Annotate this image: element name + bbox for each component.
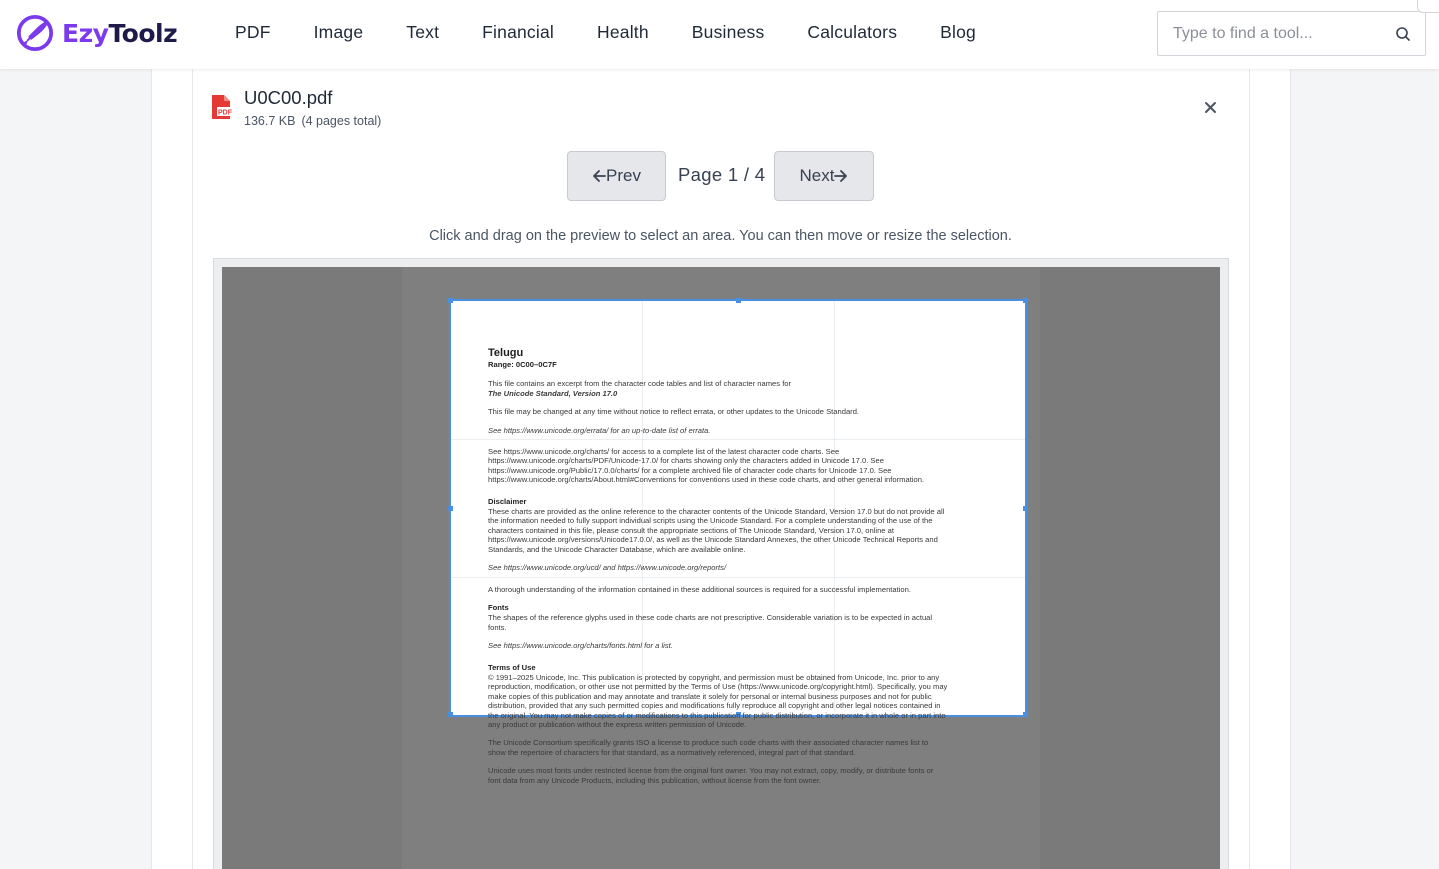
corner-tab[interactable] (1417, 0, 1439, 13)
pdf-consortium: The Unicode Consortium specifically gran… (488, 738, 929, 757)
nav-blog[interactable]: Blog (940, 22, 976, 43)
main-nav: PDF Image Text Financial Health Business… (235, 22, 1019, 43)
pdf-p3: See https://www.unicode.org/errata/ for … (488, 425, 711, 435)
logo-text-toolz: Toolz (108, 18, 178, 48)
pdf-p7: See https://www.unicode.org/charts/fonts… (488, 641, 673, 651)
nav-health[interactable]: Health (597, 22, 649, 43)
page-indicator: Page 1 / 4 (678, 164, 766, 185)
pdf-p4: See https://www.unicode.org/charts/ for … (488, 447, 925, 485)
pdf-range: Range: 0C00–0C7F (488, 360, 557, 369)
tool-search (1157, 11, 1426, 56)
pdf-paragraph: This file contains an excerpt from the c… (488, 379, 948, 398)
preview-canvas[interactable]: Telugu Range: 0C00–0C7F This file contai… (222, 267, 1220, 869)
file-meta: 136.7 KB (4 pages total) (244, 114, 381, 128)
nav-text[interactable]: Text (406, 22, 439, 43)
pdf-fonts-license: Unicode uses most fonts under restricted… (488, 766, 934, 785)
close-icon[interactable] (1200, 97, 1220, 117)
search-input[interactable] (1158, 12, 1383, 55)
file-pages: (4 pages total) (301, 114, 382, 128)
file-name: U0C00.pdf (244, 87, 333, 108)
pdf-terms-heading: Terms of Use (488, 662, 536, 672)
resize-handle-w[interactable] (448, 506, 453, 511)
pdf-fonts-heading: Fonts (488, 602, 509, 612)
resize-handle-nw[interactable] (448, 298, 453, 303)
pdf-disclaimer: These charts are provided as the online … (488, 507, 945, 554)
pdf-p1a: This file contains an excerpt from the c… (488, 379, 792, 389)
logo-text: EzyToolz (62, 18, 178, 48)
resize-handle-ne[interactable] (1023, 298, 1028, 303)
pdf-terms: © 1991–2025 Unicode, Inc. This publicati… (488, 672, 948, 729)
resize-handle-se[interactable] (1023, 712, 1028, 717)
logo-text-ezy: Ezy (62, 18, 109, 48)
pdf-p1b: The Unicode Standard, Version 17.0 (488, 388, 618, 398)
resize-handle-e[interactable] (1023, 506, 1028, 511)
site-logo[interactable]: EzyToolz (16, 14, 178, 52)
nav-business[interactable]: Business (692, 22, 765, 43)
pdf-fonts: The shapes of the reference glyphs used … (488, 613, 933, 632)
prev-page-button[interactable]: Prev (567, 151, 666, 201)
search-icon[interactable] (1395, 26, 1411, 42)
rocket-logo-icon (16, 14, 54, 52)
nav-pdf[interactable]: PDF (235, 22, 271, 43)
nav-image[interactable]: Image (314, 22, 364, 43)
site-header: EzyToolz PDF Image Text Financial Health… (0, 0, 1439, 69)
next-page-button[interactable]: Next (774, 151, 874, 201)
pdf-disclaimer-heading: Disclaimer (488, 496, 527, 506)
pdf-title: Telugu (488, 347, 524, 359)
prev-label: Prev (606, 166, 641, 185)
arrow-left-icon (593, 170, 606, 182)
nav-calculators[interactable]: Calculators (807, 22, 897, 43)
svg-text:PDF: PDF (218, 110, 233, 117)
file-size: 136.7 KB (244, 114, 296, 128)
pdf-p6: A thorough understanding of the informat… (488, 584, 911, 594)
pdf-file-icon: PDF (212, 95, 234, 119)
selection-hint: Click and drag on the preview to select … (429, 228, 1012, 244)
nav-financial[interactable]: Financial (482, 22, 554, 43)
resize-handle-n[interactable] (736, 298, 741, 303)
pdf-page-text: Telugu Range: 0C00–0C7F This file contai… (488, 347, 948, 794)
arrow-right-icon (834, 170, 848, 182)
pdf-p5: See https://www.unicode.org/ucd/ and htt… (488, 563, 727, 573)
pdf-p2: This file may be changed at any time wit… (488, 407, 860, 417)
next-label: Next (799, 166, 835, 185)
resize-handle-sw[interactable] (448, 712, 453, 717)
